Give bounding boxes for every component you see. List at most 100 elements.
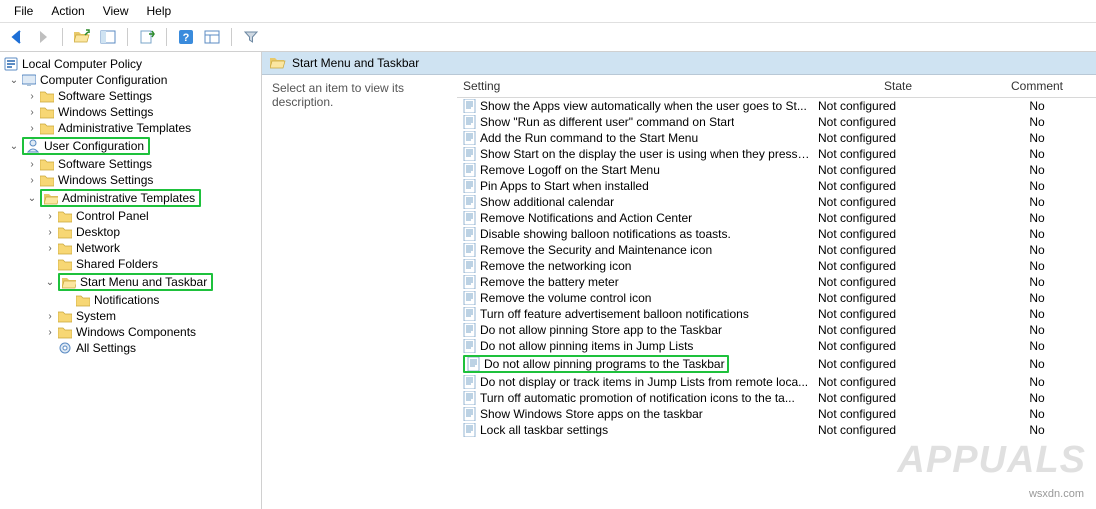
tree-item[interactable]: › Network — [2, 240, 261, 256]
list-row[interactable]: Turn off automatic promotion of notifica… — [457, 390, 1096, 406]
list-row[interactable]: Show the Apps view automatically when th… — [457, 98, 1096, 114]
expand-icon[interactable]: ⌄ — [8, 141, 20, 152]
list-row[interactable]: Remove Notifications and Action CenterNo… — [457, 210, 1096, 226]
list-row[interactable]: Remove Logoff on the Start MenuNot confi… — [457, 162, 1096, 178]
show-hide-tree-button[interactable] — [97, 26, 119, 48]
list-row[interactable]: Show Start on the display the user is us… — [457, 146, 1096, 162]
expand-icon[interactable]: › — [44, 227, 56, 238]
settings-list[interactable]: Setting State Comment Show the Apps view… — [457, 75, 1096, 509]
list-row[interactable]: Remove the networking iconNot configured… — [457, 258, 1096, 274]
tree-label: User Configuration — [42, 139, 146, 153]
setting-comment: No — [978, 211, 1096, 225]
list-row[interactable]: Show Windows Store apps on the taskbarNo… — [457, 406, 1096, 422]
setting-state: Not configured — [818, 391, 978, 405]
setting-icon — [463, 339, 476, 353]
tree-item[interactable]: › Desktop — [2, 224, 261, 240]
expand-icon[interactable]: › — [26, 175, 38, 186]
expand-icon[interactable]: › — [44, 211, 56, 222]
folder-icon — [40, 105, 54, 119]
tree-item[interactable]: › Software Settings — [2, 156, 261, 172]
list-row[interactable]: Do not display or track items in Jump Li… — [457, 374, 1096, 390]
setting-state: Not configured — [818, 147, 978, 161]
menu-action[interactable]: Action — [43, 2, 92, 20]
menu-help[interactable]: Help — [139, 2, 180, 20]
expand-icon[interactable]: › — [44, 327, 56, 338]
tree-label: Computer Configuration — [38, 73, 169, 87]
setting-comment: No — [978, 227, 1096, 241]
filter-button[interactable] — [240, 26, 262, 48]
list-row[interactable]: Remove the Security and Maintenance icon… — [457, 242, 1096, 258]
tree-label: Administrative Templates — [60, 191, 197, 205]
column-comment[interactable]: Comment — [978, 79, 1096, 93]
tree-label: Software Settings — [56, 89, 154, 103]
menu-file[interactable]: File — [6, 2, 41, 20]
list-row[interactable]: Pin Apps to Start when installedNot conf… — [457, 178, 1096, 194]
setting-comment: No — [978, 131, 1096, 145]
tree-root[interactable]: Local Computer Policy — [2, 56, 261, 72]
setting-name: Turn off feature advertisement balloon n… — [480, 307, 749, 321]
column-setting[interactable]: Setting — [463, 79, 818, 93]
menubar: File Action View Help — [0, 0, 1096, 23]
expand-icon[interactable]: › — [26, 123, 38, 134]
list-row[interactable]: Do not allow pinning programs to the Tas… — [457, 354, 1096, 374]
tree-item[interactable]: › System — [2, 308, 261, 324]
tree-item[interactable]: Notifications — [2, 292, 261, 308]
folder-open-icon — [44, 191, 58, 205]
tree-user-configuration[interactable]: ⌄ User Configuration — [2, 136, 261, 156]
properties-button[interactable] — [201, 26, 223, 48]
list-row[interactable]: Remove the volume control iconNot config… — [457, 290, 1096, 306]
list-row[interactable]: Disable showing balloon notifications as… — [457, 226, 1096, 242]
tree-admin-templates[interactable]: ⌄ Administrative Templates — [2, 188, 261, 208]
list-header[interactable]: Setting State Comment — [457, 75, 1096, 98]
expand-icon[interactable]: ⌄ — [44, 277, 56, 288]
list-row[interactable]: Do not allow pinning items in Jump Lists… — [457, 338, 1096, 354]
folder-open-icon — [270, 55, 286, 71]
forward-button[interactable] — [32, 26, 54, 48]
expand-icon[interactable]: › — [44, 311, 56, 322]
tree-label: Software Settings — [56, 157, 154, 171]
setting-name: Remove the Security and Maintenance icon — [480, 243, 712, 257]
tree-all-settings[interactable]: All Settings — [2, 340, 261, 356]
tree-pane[interactable]: Local Computer Policy ⌄ Computer Configu… — [0, 52, 262, 509]
expand-icon[interactable]: ⌄ — [26, 193, 38, 204]
tree-item[interactable]: › Windows Settings — [2, 104, 261, 120]
list-row[interactable]: Add the Run command to the Start MenuNot… — [457, 130, 1096, 146]
tree-start-menu-taskbar[interactable]: ⌄ Start Menu and Taskbar — [2, 272, 261, 292]
list-row[interactable]: Show additional calendarNot configuredNo — [457, 194, 1096, 210]
setting-comment: No — [978, 259, 1096, 273]
folder-icon — [76, 293, 90, 307]
tree-item[interactable]: › Administrative Templates — [2, 120, 261, 136]
setting-icon — [463, 179, 476, 193]
expand-icon[interactable]: ⌄ — [8, 75, 20, 86]
tree-item[interactable]: › Windows Components — [2, 324, 261, 340]
tree-item[interactable]: › Software Settings — [2, 88, 261, 104]
setting-state: Not configured — [818, 179, 978, 193]
tree-item[interactable]: › Windows Settings — [2, 172, 261, 188]
setting-name: Show "Run as different user" command on … — [480, 115, 734, 129]
setting-icon — [463, 375, 476, 389]
expand-icon[interactable]: › — [26, 159, 38, 170]
menu-view[interactable]: View — [95, 2, 137, 20]
list-row[interactable]: Remove the battery meterNot configuredNo — [457, 274, 1096, 290]
expand-icon[interactable]: › — [44, 243, 56, 254]
export-button[interactable] — [136, 26, 158, 48]
setting-comment: No — [978, 375, 1096, 389]
back-button[interactable] — [6, 26, 28, 48]
setting-state: Not configured — [818, 131, 978, 145]
list-row[interactable]: Turn off feature advertisement balloon n… — [457, 306, 1096, 322]
setting-comment: No — [978, 357, 1096, 371]
tree-computer-configuration[interactable]: ⌄ Computer Configuration — [2, 72, 261, 88]
setting-state: Not configured — [818, 291, 978, 305]
description-text: Select an item to view its description. — [272, 81, 404, 109]
expand-icon[interactable]: › — [26, 91, 38, 102]
help-button[interactable]: ? — [175, 26, 197, 48]
column-state[interactable]: State — [818, 79, 978, 93]
tree-item[interactable]: Shared Folders — [2, 256, 261, 272]
setting-icon — [463, 243, 476, 257]
list-row[interactable]: Lock all taskbar settingsNot configuredN… — [457, 422, 1096, 438]
list-row[interactable]: Show "Run as different user" command on … — [457, 114, 1096, 130]
list-row[interactable]: Do not allow pinning Store app to the Ta… — [457, 322, 1096, 338]
expand-icon[interactable]: › — [26, 107, 38, 118]
tree-item[interactable]: › Control Panel — [2, 208, 261, 224]
up-button[interactable] — [71, 26, 93, 48]
